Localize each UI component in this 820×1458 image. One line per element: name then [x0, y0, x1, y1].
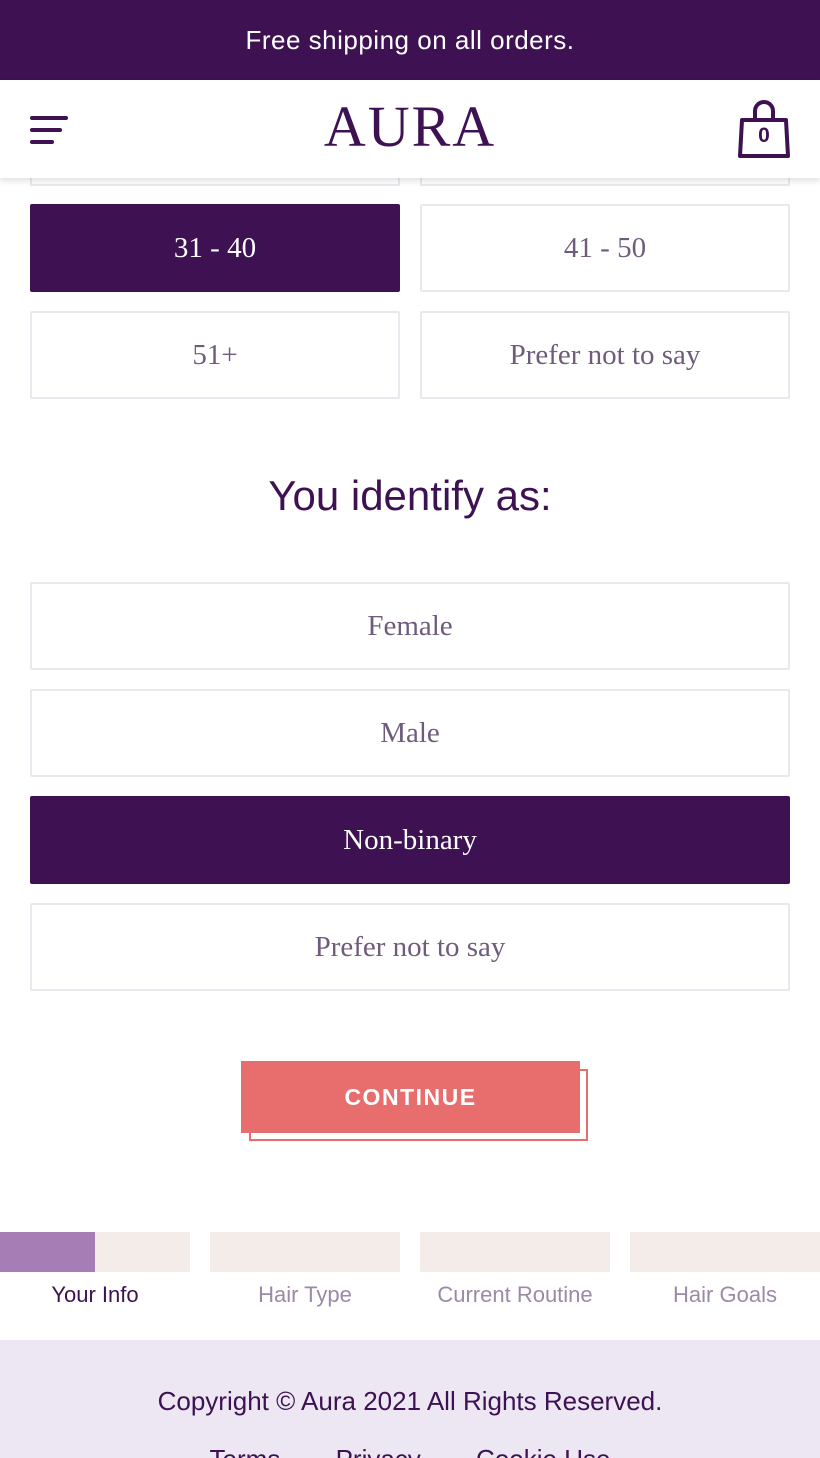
continue-button[interactable]: CONTINUE	[241, 1061, 580, 1133]
continue-button-wrap: CONTINUE	[241, 1061, 588, 1141]
footer-links: Terms Privacy Cookie Use	[0, 1444, 820, 1458]
footer-link-cookie-use[interactable]: Cookie Use	[476, 1444, 610, 1458]
step-label-current-routine: Current Routine	[437, 1282, 593, 1307]
age-option-prefer-not[interactable]: Prefer not to say	[420, 311, 790, 399]
progress-bar-hair-goals	[630, 1232, 820, 1272]
cart-count: 0	[758, 124, 770, 147]
announcement-bar: Free shipping on all orders.	[0, 0, 820, 80]
identity-option-male[interactable]: Male	[30, 689, 790, 777]
shopping-bag-icon[interactable]: 0	[738, 100, 790, 160]
age-option-41-50[interactable]: 41 - 50	[420, 204, 790, 292]
copyright-text: Copyright © Aura 2021 All Rights Reserve…	[157, 1386, 663, 1416]
step-label-hair-goals: Hair Goals	[673, 1282, 777, 1307]
identity-option-female[interactable]: Female	[30, 582, 790, 670]
progress-fill-your-info	[0, 1232, 95, 1272]
step-label-your-info: Your Info	[51, 1282, 139, 1307]
age-option-51-plus[interactable]: 51+	[30, 311, 400, 399]
progress-bar-your-info	[0, 1232, 190, 1272]
progress-bar-hair-type	[210, 1232, 400, 1272]
age-option-31-40[interactable]: 31 - 40	[30, 204, 400, 292]
identity-option-non-binary[interactable]: Non-binary	[30, 796, 790, 884]
progress-bar-current-routine	[420, 1232, 610, 1272]
aura-logo[interactable]: AURA	[0, 96, 820, 158]
identity-option-prefer-not[interactable]: Prefer not to say	[30, 903, 790, 991]
site-footer: Copyright © Aura 2021 All Rights Reserve…	[0, 1340, 820, 1458]
footer-link-privacy[interactable]: Privacy	[336, 1444, 421, 1458]
site-header: AURA	[0, 80, 820, 178]
footer-link-terms[interactable]: Terms	[210, 1444, 281, 1458]
step-label-hair-type: Hair Type	[258, 1282, 352, 1307]
identity-title: You identify as:	[268, 472, 552, 519]
